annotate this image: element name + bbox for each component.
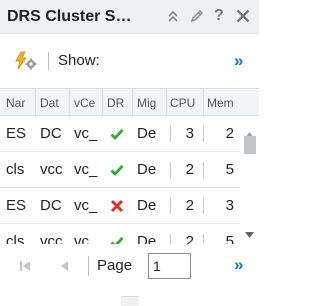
cell-name: ES: [6, 125, 27, 142]
cell-migration: De: [137, 197, 157, 214]
cell-migration: De: [137, 161, 157, 178]
pager: Page »: [0, 250, 259, 282]
column-divider: [166, 89, 167, 117]
cell-vcenter: vc_: [74, 125, 98, 142]
table-row[interactable]: ES DC vc_ De 3 2: [0, 116, 240, 152]
cell-name: ES: [6, 197, 27, 214]
column-header-mem[interactable]: Mem: [207, 96, 239, 110]
check-icon: [110, 163, 124, 177]
cell-mem: 5: [225, 233, 234, 244]
cell-cpu: 2: [185, 197, 194, 214]
cell-vcenter: vc_: [74, 233, 98, 244]
scroll-down-icon[interactable]: [244, 226, 255, 238]
column-divider: [203, 89, 204, 117]
column-divider: [102, 89, 103, 117]
show-filter-label: Show:: [58, 52, 100, 69]
scroll-up-icon[interactable]: [244, 126, 255, 138]
cell-divider: [203, 162, 204, 178]
cell-mem: 2: [225, 125, 234, 142]
cell-datacenter: DC: [40, 125, 62, 142]
cell-datacenter: DC: [40, 197, 62, 214]
cell-cpu: 2: [185, 233, 194, 244]
edit-icon[interactable]: [189, 8, 205, 24]
cell-divider: [203, 126, 204, 142]
cluster-grid: Nar Dat vCe DR Mig CPU Mem ES DC vc_ De …: [0, 88, 259, 244]
table-row[interactable]: cls vcc vc_ De 2 5: [0, 152, 240, 188]
cell-name: cls: [6, 233, 25, 244]
close-icon[interactable]: [235, 8, 251, 24]
cell-mem: 3: [225, 197, 234, 214]
cell-divider: [203, 198, 204, 214]
vertical-scrollbar[interactable]: [240, 116, 259, 244]
toolbar: Show: »: [0, 48, 259, 74]
cell-vcenter: vc_: [74, 197, 98, 214]
cell-divider: [170, 198, 171, 214]
column-divider: [35, 89, 36, 117]
cell-datacenter: vcc: [40, 233, 63, 244]
check-icon: [110, 127, 124, 141]
table-row[interactable]: cls vcc vc_ De 2 5: [0, 224, 240, 244]
column-header-cpu[interactable]: CPU: [170, 96, 200, 110]
drs-cluster-panel: DRS Cluster S… ? Show: » Nar Dat vCe DR …: [0, 0, 259, 306]
previous-page-icon[interactable]: [58, 259, 72, 273]
pager-more-icon[interactable]: »: [234, 255, 244, 275]
toolbar-more-icon[interactable]: »: [234, 51, 244, 71]
pager-divider: [88, 256, 89, 276]
cell-migration: De: [137, 125, 157, 142]
cell-cpu: 3: [185, 125, 194, 142]
cell-divider: [170, 234, 171, 244]
grid-header: Nar Dat vCe DR Mig CPU Mem: [0, 88, 259, 117]
check-icon: [110, 235, 124, 244]
scroll-thumb[interactable]: [244, 136, 256, 154]
first-page-icon[interactable]: [18, 259, 32, 273]
column-header-drs[interactable]: DR: [107, 96, 131, 110]
cell-name: cls: [6, 161, 25, 178]
panel-header: DRS Cluster S… ?: [0, 0, 259, 34]
page-label: Page: [97, 257, 133, 274]
drs-settings-icon[interactable]: [14, 51, 38, 71]
resize-handle[interactable]: [121, 296, 139, 306]
column-header-migration[interactable]: Mig: [137, 96, 163, 110]
cell-divider: [170, 126, 171, 142]
cell-divider: [170, 162, 171, 178]
column-header-datacenter[interactable]: Dat: [40, 96, 67, 110]
cell-cpu: 2: [185, 161, 194, 178]
panel-title: DRS Cluster S…: [7, 8, 132, 25]
toolbar-divider: [48, 52, 49, 70]
cell-migration: De: [137, 233, 157, 244]
column-header-name[interactable]: Nar: [6, 96, 32, 110]
cell-vcenter: vc_: [74, 161, 98, 178]
column-divider: [69, 89, 70, 117]
column-divider: [132, 89, 133, 117]
column-header-vcenter[interactable]: vCe: [74, 96, 100, 110]
table-row[interactable]: ES DC vc_ De 2 3: [0, 188, 240, 224]
cell-mem: 5: [225, 161, 234, 178]
error-icon: [110, 199, 124, 213]
cell-datacenter: vcc: [40, 161, 63, 178]
help-icon[interactable]: ?: [214, 7, 226, 24]
page-number-input[interactable]: [148, 253, 191, 279]
collapse-icon[interactable]: [165, 8, 181, 24]
cell-divider: [203, 234, 204, 244]
